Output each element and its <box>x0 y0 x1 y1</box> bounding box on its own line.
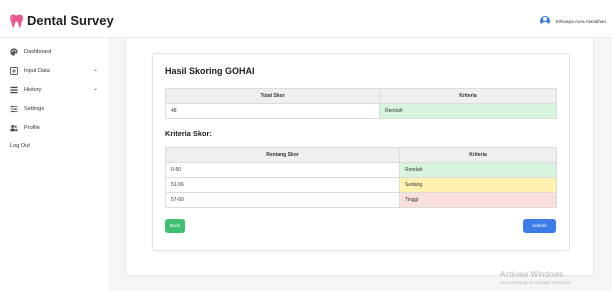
sidebar: Dashboard Input Data ⌄ History ⌄ Setting… <box>0 38 108 291</box>
score-table: Total Skor Kriteria 48 Rendah <box>165 88 557 119</box>
watermark-title: Activate Windows <box>500 270 564 279</box>
sidebar-item-input-data[interactable]: Input Data ⌄ <box>10 67 102 75</box>
table-header-row: Total Skor Kriteria <box>165 88 557 104</box>
sidebar-item-label: Dashboard <box>24 49 52 55</box>
criteria-cell: Tinggi <box>399 192 557 208</box>
list-icon <box>10 86 18 94</box>
sliders-icon <box>10 105 18 113</box>
total-score-value: 48 <box>165 103 380 119</box>
outer-card: Hasil Skoring GOHAI Total Skor Kriteria … <box>125 38 594 276</box>
table-header-row: Rentang Skor Kriteria <box>165 147 557 163</box>
criteria-table: Rentang Skor Kriteria 0-50 Rendah 51-56 … <box>165 147 557 208</box>
page-title: Hasil Skoring GOHAI <box>165 66 255 76</box>
activate-windows-watermark: Activate Windows Go to Settings to activ… <box>500 270 571 285</box>
tooth-icon <box>10 14 23 27</box>
chevron-down-icon[interactable]: ⌄ <box>93 66 98 73</box>
main-content: Hasil Skoring GOHAI Total Skor Kriteria … <box>108 38 612 291</box>
range-cell: 0-50 <box>165 162 400 178</box>
plus-square-icon <box>10 67 18 75</box>
column-header: Kriteria <box>399 147 557 163</box>
sidebar-item-label: Settings <box>24 106 45 112</box>
sidebar-item-label: Profile <box>24 125 40 131</box>
sidebar-item-profile[interactable]: Profile <box>10 124 102 132</box>
column-header: Rentang Skor <box>165 147 400 163</box>
chevron-down-icon[interactable]: ⌄ <box>93 85 98 92</box>
column-header: Total Skor <box>165 88 380 104</box>
table-row: 48 Rendah <box>165 103 557 119</box>
criteria-title: Kriteria Skor: <box>165 129 212 138</box>
range-cell: 57-60 <box>165 192 400 208</box>
user-name: Erthasya Aura Alarialhan <box>555 18 606 24</box>
submit-button[interactable]: submit <box>523 219 556 233</box>
sidebar-item-label: Input Data <box>24 68 50 74</box>
brand[interactable]: Dental Survey <box>10 13 114 28</box>
back-button[interactable]: Back <box>165 219 185 233</box>
table-row: 0-50 Rendah <box>165 162 557 178</box>
sidebar-item-log-out[interactable]: Log Out <box>10 143 102 149</box>
sidebar-item-label: History <box>24 87 42 93</box>
top-bar: Dental Survey Erthasya Aura Alarialhan <box>0 0 612 38</box>
range-cell: 51-56 <box>165 177 400 193</box>
sidebar-item-history[interactable]: History ⌄ <box>10 86 102 94</box>
table-row: 51-56 Sedang <box>165 177 557 193</box>
sidebar-item-label: Log Out <box>10 143 30 149</box>
result-card: Hasil Skoring GOHAI Total Skor Kriteria … <box>152 53 570 251</box>
palette-icon <box>10 48 18 56</box>
watermark-subtitle: Go to Settings to activate Windows. <box>500 280 572 285</box>
criteria-cell: Rendah <box>399 162 557 178</box>
sidebar-item-settings[interactable]: Settings <box>10 105 102 113</box>
users-icon <box>10 124 18 132</box>
criteria-cell: Sedang <box>399 177 557 193</box>
table-row: 57-60 Tinggi <box>165 192 557 208</box>
avatar <box>539 16 550 26</box>
sidebar-item-dashboard[interactable]: Dashboard <box>10 48 102 56</box>
criteria-value: Rendah <box>379 103 557 119</box>
column-header: Kriteria <box>379 88 557 104</box>
app-title: Dental Survey <box>27 13 114 28</box>
user-menu[interactable]: Erthasya Aura Alarialhan <box>539 16 606 26</box>
